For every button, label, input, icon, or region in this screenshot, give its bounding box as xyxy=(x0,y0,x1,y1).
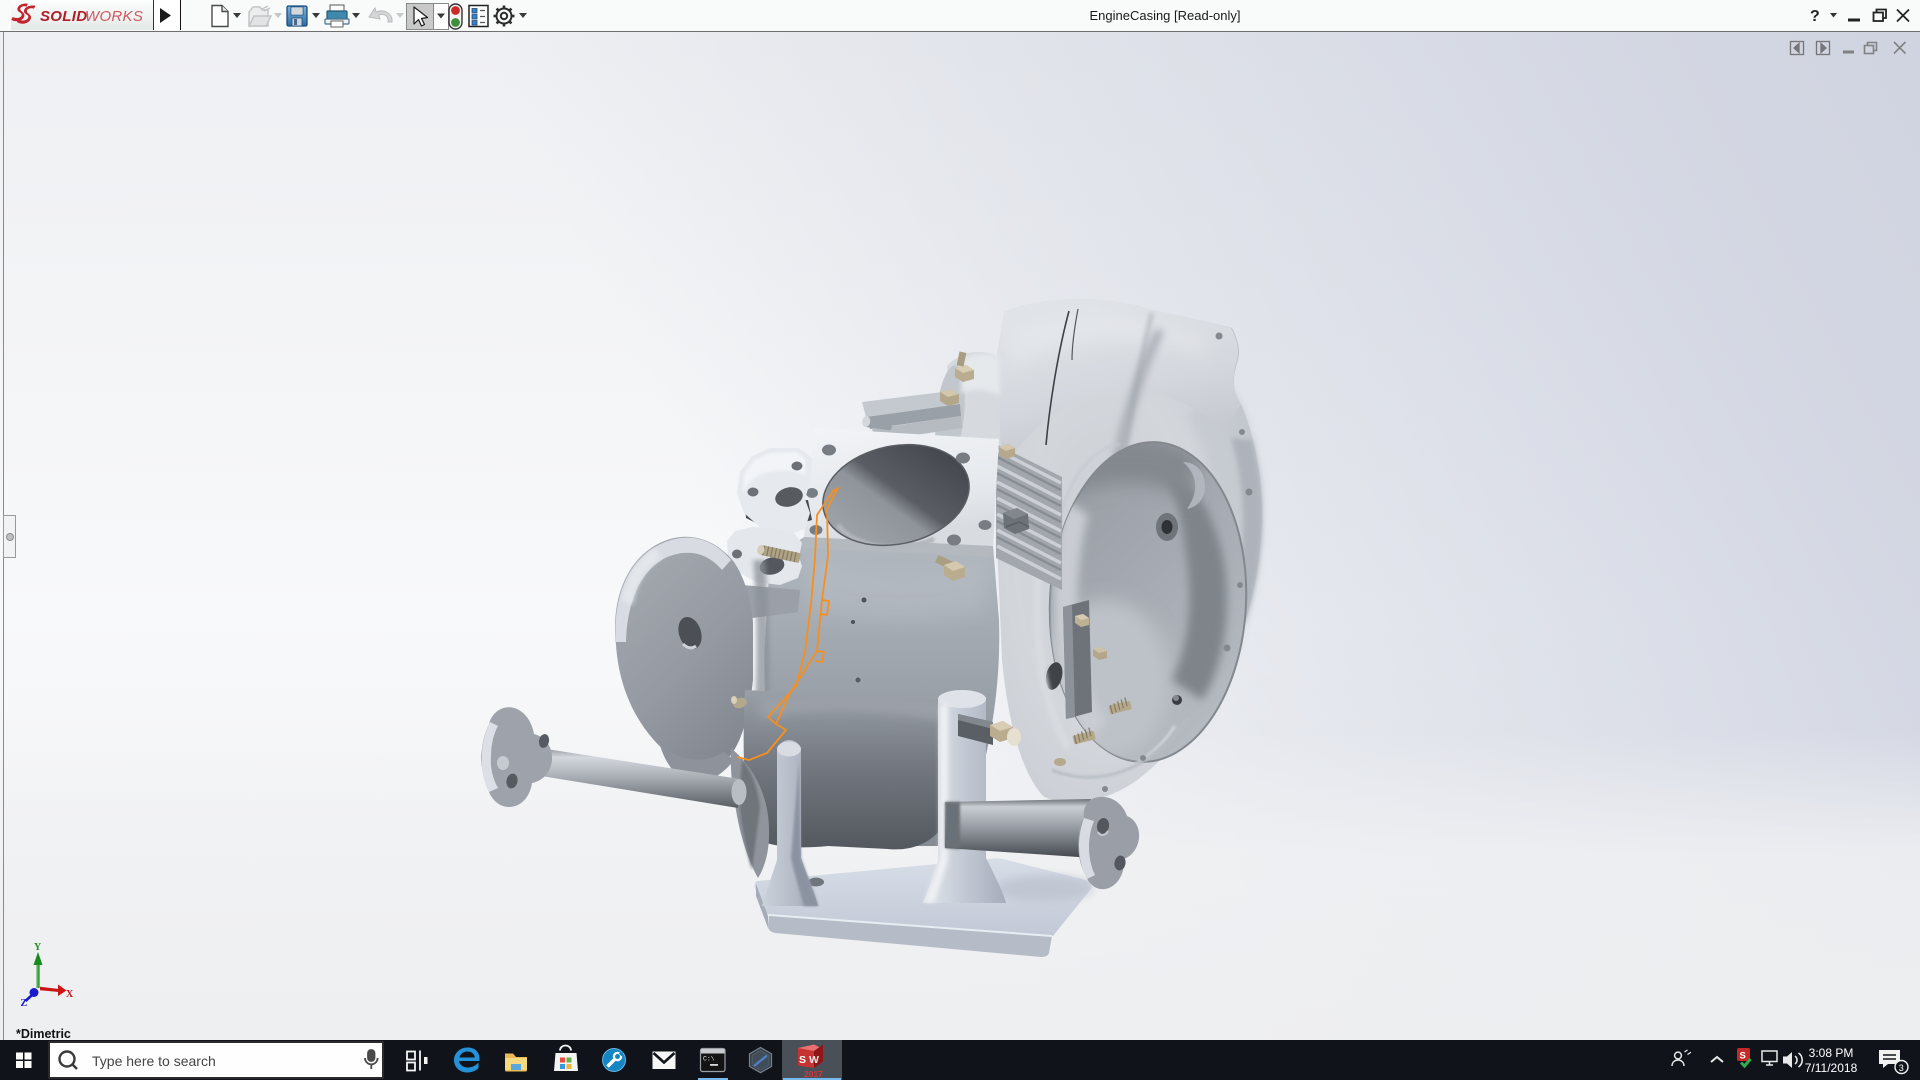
svg-text:S: S xyxy=(799,1054,806,1066)
svg-text:W: W xyxy=(809,1054,819,1066)
svg-text:C:\: C:\ xyxy=(703,1056,715,1063)
svg-text:3: 3 xyxy=(1899,1063,1904,1073)
svg-text:2017: 2017 xyxy=(804,1069,823,1079)
svg-text:?: ? xyxy=(1810,8,1820,25)
svg-text:SOLID: SOLID xyxy=(40,8,87,25)
svg-text:S: S xyxy=(1740,1051,1746,1062)
svg-text:WORKS: WORKS xyxy=(85,8,143,25)
